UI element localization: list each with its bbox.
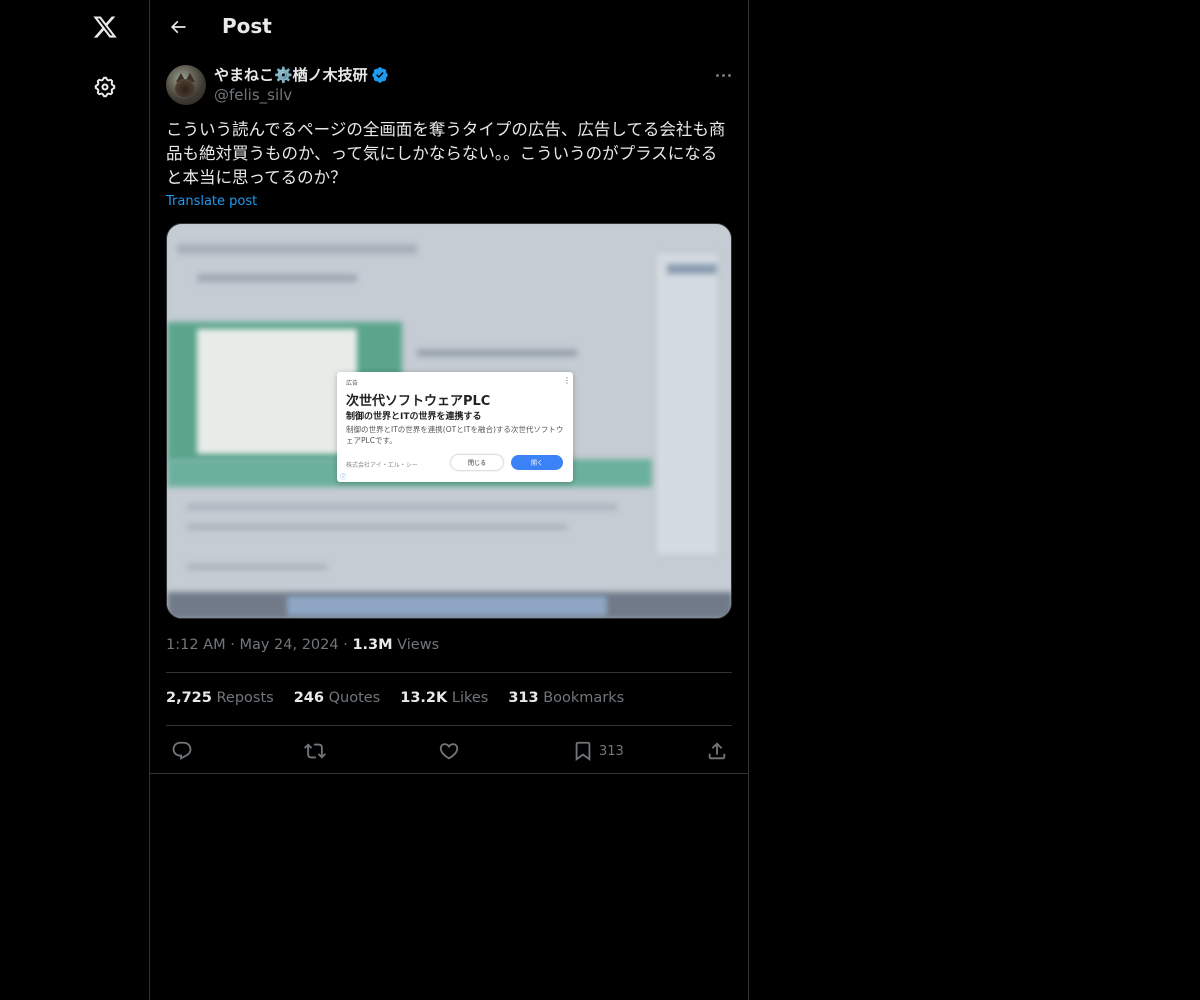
- back-button[interactable]: [164, 13, 192, 41]
- reply-icon: [172, 741, 192, 760]
- likes-stat[interactable]: 13.2K Likes: [400, 690, 488, 706]
- ad-subtitle: 制御の世界とITの世界を連携する: [346, 412, 482, 422]
- divider: [166, 725, 732, 726]
- share-icon: [708, 742, 726, 760]
- post-stats: 2,725 Reposts 246 Quotes 13.2K Likes 313…: [166, 690, 624, 706]
- ad-close-button: 閉じる: [451, 455, 503, 470]
- post-meta: 1:12 AM · May 24, 2024 · 1.3M Views: [166, 637, 440, 653]
- share-button[interactable]: [706, 738, 728, 764]
- ad-company: 株式会社アイ・エル・シー: [346, 462, 418, 469]
- divider: [166, 672, 732, 673]
- gear-icon[interactable]: [91, 73, 119, 101]
- ad-description: 制御の世界とITの世界を連携(OTとITを融合)する次世代ソフトウェアPLCです…: [346, 425, 564, 445]
- author-name-row[interactable]: やまねこ⚙️楢ノ木技研: [214, 64, 389, 85]
- bookmark-count: 313: [599, 743, 624, 759]
- post-date[interactable]: May 24, 2024: [239, 637, 338, 653]
- verified-badge-icon[interactable]: [371, 66, 389, 84]
- heart-icon: [439, 743, 459, 760]
- author-handle[interactable]: @felis_silv: [214, 86, 292, 104]
- page-header: Post: [150, 0, 748, 54]
- avatar[interactable]: [166, 65, 206, 105]
- main-column: Post やまねこ⚙️楢ノ木技研 @felis_silv こういう読んでるページ…: [149, 0, 749, 1000]
- ad-title: 次世代ソフトウェアPLC: [346, 394, 491, 409]
- bookmark-icon: [575, 741, 591, 762]
- post-time[interactable]: 1:12 AM: [166, 637, 226, 653]
- ad-info-icon: ⓘ: [340, 474, 347, 481]
- action-bar: 313: [150, 734, 748, 772]
- quotes-stat[interactable]: 246 Quotes: [294, 690, 381, 706]
- ad-open-button: 開く: [511, 455, 563, 470]
- more-options-icon[interactable]: [710, 65, 736, 85]
- translate-post-link[interactable]: Translate post: [166, 194, 257, 209]
- app-root: Post やまねこ⚙️楢ノ木技研 @felis_silv こういう読んでるページ…: [0, 0, 1200, 1000]
- repost-icon: [304, 743, 326, 759]
- post-text: こういう読んでるページの全画面を奪うタイプの広告、広告してる会社も商品も絶対買う…: [166, 120, 726, 187]
- ad-label: 広告: [346, 380, 359, 387]
- views-label: Views: [397, 637, 440, 653]
- page-title: Post: [222, 14, 272, 38]
- x-logo-icon[interactable]: [91, 13, 119, 41]
- ad-more-icon: ⋮: [563, 376, 571, 385]
- like-button[interactable]: [438, 738, 460, 764]
- reposts-stat[interactable]: 2,725 Reposts: [166, 690, 274, 706]
- ad-dialog: 広告 ⋮ 次世代ソフトウェアPLC 制御の世界とITの世界を連携する 制御の世界…: [337, 372, 573, 482]
- post-media-image[interactable]: 広告 ⋮ 次世代ソフトウェアPLC 制御の世界とITの世界を連携する 制御の世界…: [166, 223, 732, 619]
- reply-button[interactable]: [171, 738, 193, 764]
- author-display-name[interactable]: やまねこ⚙️楢ノ木技研: [214, 64, 368, 85]
- views-count: 1.3M: [352, 637, 393, 653]
- divider: [150, 773, 748, 774]
- bookmark-button[interactable]: 313: [572, 738, 624, 764]
- repost-button[interactable]: [304, 738, 326, 764]
- left-nav: [0, 0, 150, 1000]
- bookmarks-stat[interactable]: 313 Bookmarks: [508, 690, 624, 706]
- arrow-left-icon: [170, 20, 186, 34]
